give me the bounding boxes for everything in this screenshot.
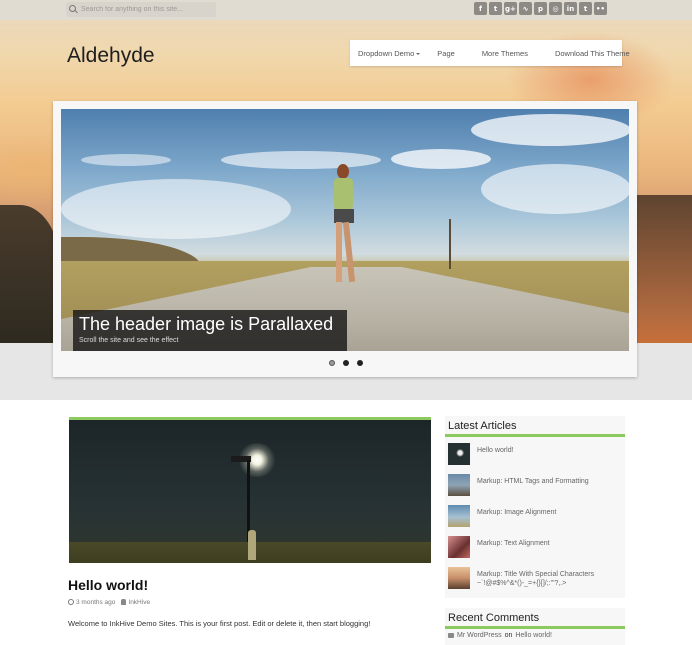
list-item[interactable]: Markup: Title With Special Characters ~`… [448,567,617,589]
cloud [391,149,491,169]
slider-pagination [329,360,363,366]
tumblr-icon[interactable]: t [579,2,592,15]
list-item[interactable]: Markup: Image Alignment [448,505,617,527]
slider-dot-2[interactable] [343,360,349,366]
site-title[interactable]: Aldehyde [67,44,155,68]
post-author-text: InkHive [128,599,151,606]
rss-icon[interactable]: ∿ [519,2,532,15]
search-input[interactable] [81,6,211,13]
main-navigation: Dropdown Demo Page More Themes Download … [350,40,630,66]
article-thumbnail [448,474,470,496]
top-bar: f t g+ ∿ p ◎ in t •• [0,0,692,20]
article-title: Markup: Image Alignment [477,509,557,516]
post-date: 3 months ago [68,599,115,606]
header-background-hill-right [635,195,692,343]
utility-pole [449,219,451,269]
article-thumbnail [448,443,470,465]
google-plus-icon[interactable]: g+ [504,2,517,15]
comment-author[interactable]: Mr WordPress [457,632,502,639]
latest-articles-widget: Latest Articles Hello world! Markup: HTM… [445,416,625,598]
cloud [471,114,629,146]
linkedin-icon[interactable]: in [564,2,577,15]
article-title: Hello world! [477,447,514,454]
person-figure [248,530,256,560]
post-excerpt: Welcome to InkHive Demo Sites. This is y… [68,619,371,628]
widget-title: Recent Comments [445,608,625,629]
nav-item-label: Dropdown Demo [358,48,415,58]
article-thumbnail [448,536,470,558]
article-title: Markup: Title With Special Characters ~`… [477,571,595,587]
article-title: Markup: HTML Tags and Formatting [477,478,589,485]
recent-comments-widget: Recent Comments Mr WordPress on Hello wo… [445,608,625,645]
flickr-icon[interactable]: •• [594,2,607,15]
search-icon [69,5,78,14]
slide-image[interactable]: The header image is Parallaxed Scroll th… [61,109,629,351]
caption-title: The header image is Parallaxed [79,314,334,334]
nav-item-dropdown-demo[interactable]: Dropdown Demo [350,48,421,58]
post-title[interactable]: Hello world! [68,577,148,593]
list-item[interactable]: Hello world! [448,443,617,465]
slider-dot-1[interactable] [329,360,335,366]
list-item[interactable]: Markup: Text Alignment [448,536,617,558]
nav-item-download-theme[interactable]: Download This Theme [547,49,630,58]
figure-shorts [334,209,354,223]
cloud [81,154,171,166]
slider-dot-3[interactable] [357,360,363,366]
nav-item-more-themes[interactable]: More Themes [474,49,528,58]
post-author[interactable]: InkHive [121,599,150,606]
clock-icon [68,599,74,605]
comment-post-link[interactable]: Hello world! [515,632,552,639]
comment-item: Mr WordPress on Hello world! [448,632,552,639]
twitter-icon[interactable]: t [489,2,502,15]
instagram-icon[interactable]: ◎ [549,2,562,15]
figure-torso [334,178,353,210]
caption-subtitle: Scroll the site and see the effect [79,337,179,344]
facebook-icon[interactable]: f [474,2,487,15]
pinterest-icon[interactable]: p [534,2,547,15]
cloud [481,164,629,214]
image-slider: The header image is Parallaxed Scroll th… [53,101,637,377]
article-title: Markup: Text Alignment [477,540,550,547]
figure-leg [342,221,356,283]
post-date-text: 3 months ago [76,599,116,606]
figure-leg [336,222,342,282]
social-icons: f t g+ ∿ p ◎ in t •• [474,2,607,15]
slide-caption: The header image is Parallaxed Scroll th… [73,310,347,351]
article-thumbnail [448,567,470,589]
user-icon [121,599,127,605]
article-thumbnail [448,505,470,527]
figure-head [337,164,349,179]
list-item[interactable]: Markup: HTML Tags and Formatting [448,474,617,496]
cloud [61,179,291,239]
widget-title: Latest Articles [445,416,625,437]
search-box[interactable] [66,2,216,17]
post-meta: 3 months ago InkHive [68,599,150,606]
post-featured-image[interactable] [69,417,431,563]
chevron-down-icon [416,52,421,55]
comment-icon [448,633,454,638]
woman-figure [329,164,359,304]
comment-on-text: on [504,632,513,639]
nav-item-page[interactable]: Page [429,49,455,58]
